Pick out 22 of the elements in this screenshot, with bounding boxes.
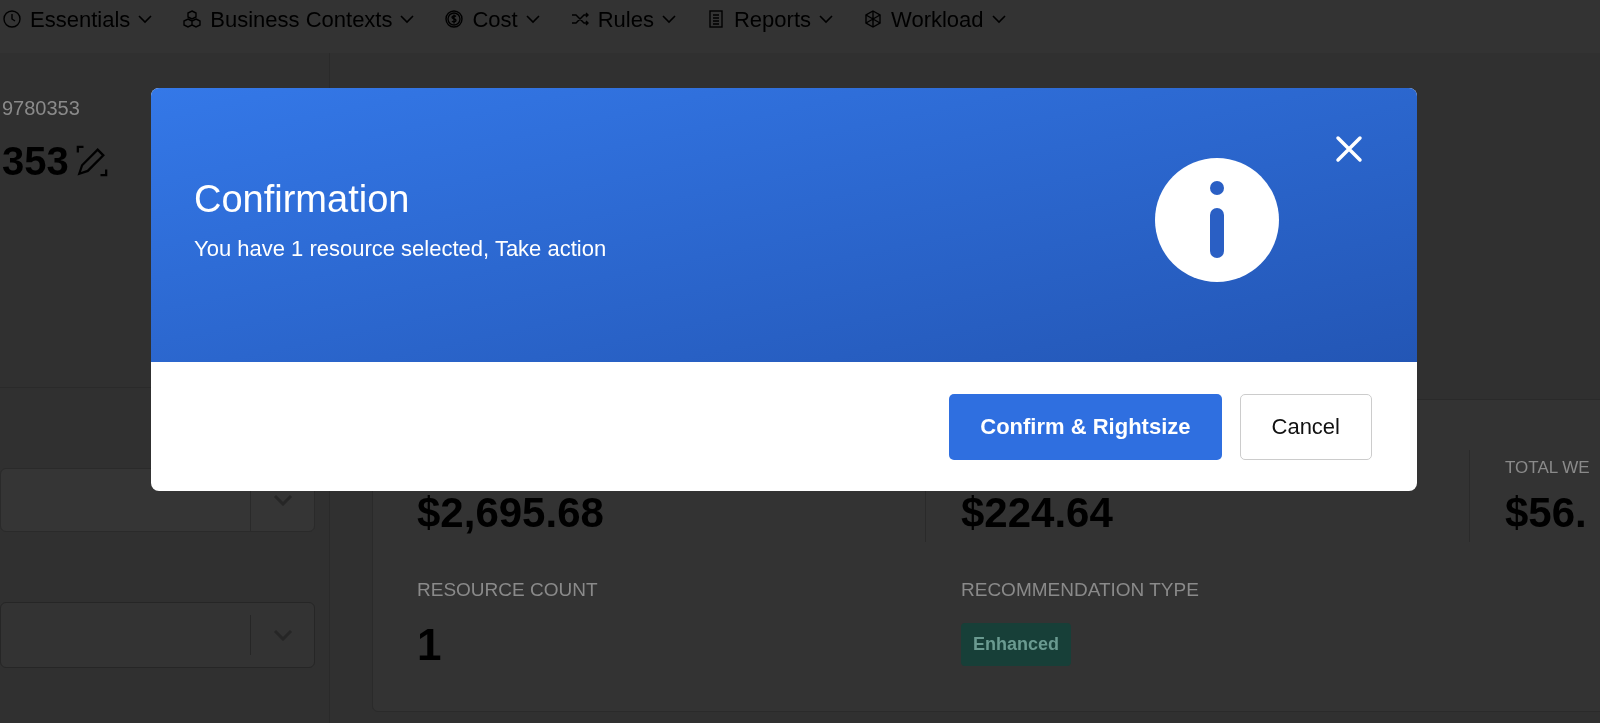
resource-id: 9780353	[2, 96, 81, 121]
cancel-button[interactable]: Cancel	[1239, 393, 1372, 460]
info-icon	[1155, 158, 1279, 282]
status-badge: Enhanced	[961, 622, 1072, 666]
chevron-down-icon	[525, 14, 540, 24]
document-icon	[706, 9, 726, 29]
hexagon-icon	[863, 9, 884, 29]
confirm-button[interactable]: Confirm & Rightsize	[949, 393, 1222, 460]
chevron-down-icon	[138, 14, 153, 24]
cubes-icon	[182, 9, 203, 29]
dialog-message: You have 1 resource selected, Take action	[194, 234, 608, 263]
detail-label: RESOURCE COUNT	[417, 578, 599, 602]
metric-label: TOTAL WE	[1505, 456, 1590, 479]
chevron-down-icon	[991, 14, 1006, 24]
chevron-down-icon	[819, 14, 834, 24]
clock-icon	[2, 9, 22, 29]
dollar-icon	[444, 9, 465, 29]
chevron-down-icon	[662, 14, 676, 24]
detail-label: RECOMMENDATION TYPE	[961, 578, 1199, 602]
chevron-down-icon	[400, 14, 415, 24]
close-icon	[1335, 135, 1363, 163]
dialog-title: Confirmation	[194, 177, 411, 222]
